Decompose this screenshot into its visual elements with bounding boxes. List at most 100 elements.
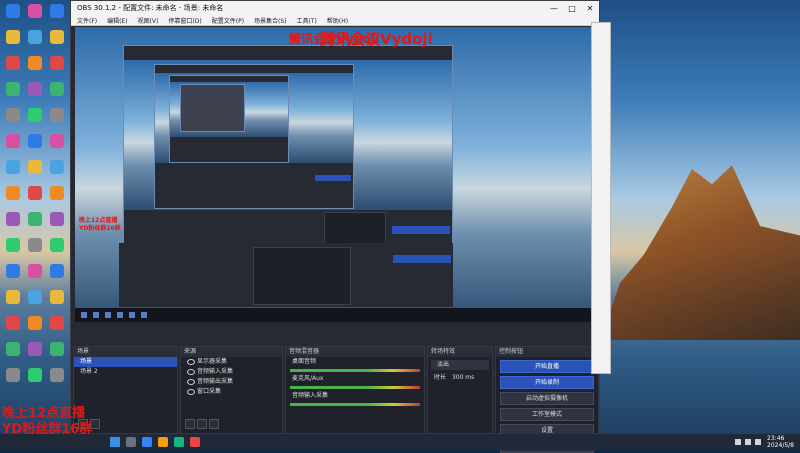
desktop-shortcut-icon[interactable]	[50, 316, 64, 330]
desktop-shortcut-icon[interactable]	[6, 342, 20, 356]
desktop-shortcut-icon[interactable]	[28, 186, 42, 200]
desktop-shortcut-icon[interactable]	[28, 264, 42, 278]
obs-taskbar-icon[interactable]	[190, 437, 200, 447]
desktop-shortcut-icon[interactable]	[6, 134, 20, 148]
volume-icon[interactable]	[745, 439, 752, 445]
desktop-shortcut-icon[interactable]	[28, 290, 42, 304]
close-button[interactable]: ✕	[581, 4, 599, 13]
desktop-shortcut-icon[interactable]	[28, 30, 42, 44]
desktop-shortcut-icon[interactable]	[6, 368, 20, 382]
virtual-camera-button[interactable]: 启动虚拟摄像机	[500, 392, 594, 405]
clock[interactable]: 23:46 2024/5/8	[767, 435, 794, 449]
source-item[interactable]: 音频输入采集	[181, 367, 282, 377]
volume-meter	[290, 386, 420, 389]
preview-canvas[interactable]: 腾讯会议Vydoji 晚上12点直播 YD粉丝群16群 2304595531	[75, 27, 595, 322]
add-source-icon[interactable]	[185, 419, 195, 429]
clock-date: 2024/5/8	[767, 442, 794, 449]
desktop-shortcut-icon[interactable]	[28, 4, 42, 18]
nested-start-button-1	[392, 226, 450, 234]
file-explorer-icon[interactable]	[158, 437, 168, 447]
desktop-shortcut-icon[interactable]	[50, 368, 64, 382]
source-label: 音频输入采集	[197, 368, 234, 375]
transitions-header: 转场特效	[428, 347, 492, 357]
menu-tools[interactable]: 工具(T)	[297, 16, 317, 25]
studio-mode-button[interactable]: 工作室模式	[500, 408, 594, 421]
transition-select[interactable]: 淡出	[431, 360, 489, 370]
menu-file[interactable]: 文件(F)	[77, 16, 97, 25]
desktop-shortcut-icon[interactable]	[50, 212, 64, 226]
scene-item[interactable]: 场景	[74, 357, 177, 367]
desktop-shortcut-icon[interactable]	[28, 82, 42, 96]
desktop-shortcut-icon[interactable]	[6, 108, 20, 122]
menu-scene-collection[interactable]: 场景集合(S)	[254, 16, 287, 25]
desktop-shortcut-icon[interactable]	[50, 30, 64, 44]
desktop-shortcut-icon[interactable]	[50, 342, 64, 356]
desktop-icon-grid	[0, 0, 72, 430]
remove-source-icon[interactable]	[197, 419, 207, 429]
desktop-shortcut-icon[interactable]	[50, 4, 64, 18]
desktop-shortcut-icon[interactable]	[50, 238, 64, 252]
source-item[interactable]: 窗口采集	[181, 387, 282, 397]
desktop-shortcut-icon[interactable]	[50, 108, 64, 122]
desktop-shortcut-icon[interactable]	[6, 290, 20, 304]
mixer-channel-label: 音频输入采集	[292, 392, 329, 399]
eye-icon[interactable]	[187, 358, 195, 365]
duration-input[interactable]: 300 ms	[452, 374, 474, 381]
eye-icon[interactable]	[187, 368, 195, 375]
desktop-shortcut-icon[interactable]	[28, 56, 42, 70]
mixer-header: 音频混音器	[286, 347, 424, 357]
eye-icon[interactable]	[187, 378, 195, 385]
desktop-shortcut-icon[interactable]	[6, 264, 20, 278]
maximize-button[interactable]: □	[563, 4, 581, 13]
source-item[interactable]: 音频输出采集	[181, 377, 282, 387]
app-icon[interactable]	[174, 437, 184, 447]
desktop-shortcut-icon[interactable]	[28, 160, 42, 174]
source-item[interactable]: 显示器采集	[181, 357, 282, 367]
source-settings-icon[interactable]	[209, 419, 219, 429]
desktop-shortcut-icon[interactable]	[6, 316, 20, 330]
transitions-dock: 转场特效 淡出 时长 300 ms	[427, 346, 493, 434]
desktop-shortcut-icon[interactable]	[6, 56, 20, 70]
minimize-button[interactable]: —	[545, 4, 563, 13]
desktop-shortcut-icon[interactable]	[6, 212, 20, 226]
desktop-shortcut-icon[interactable]	[6, 30, 20, 44]
network-icon[interactable]	[735, 439, 742, 445]
desktop-shortcut-icon[interactable]	[28, 134, 42, 148]
desktop-shortcut-icon[interactable]	[50, 186, 64, 200]
menu-bar: 文件(F) 编辑(E) 视图(V) 停靠窗口(D) 配置文件(P) 场景集合(S…	[71, 15, 599, 26]
desktop-shortcut-icon[interactable]	[28, 108, 42, 122]
input-method-icon[interactable]	[755, 439, 762, 445]
preview-mixer	[253, 247, 351, 305]
desktop-shortcut-icon[interactable]	[6, 238, 20, 252]
desktop-shortcut-icon[interactable]	[50, 290, 64, 304]
start-streaming-button[interactable]: 开始直播	[500, 360, 594, 373]
desktop-shortcut-icon[interactable]	[6, 160, 20, 174]
desktop-shortcut-icon[interactable]	[28, 316, 42, 330]
desktop-shortcut-icon[interactable]	[50, 56, 64, 70]
background-window[interactable]	[591, 22, 611, 374]
start-recording-button[interactable]: 开始录制	[500, 376, 594, 389]
menu-docks[interactable]: 停靠窗口(D)	[168, 16, 201, 25]
desktop-shortcut-icon[interactable]	[50, 160, 64, 174]
scene-item[interactable]: 场景 2	[74, 367, 177, 377]
desktop-shortcut-icon[interactable]	[50, 264, 64, 278]
menu-view[interactable]: 视图(V)	[138, 16, 159, 25]
eye-icon[interactable]	[187, 388, 195, 395]
start-icon[interactable]	[110, 437, 120, 447]
menu-profile[interactable]: 配置文件(P)	[212, 16, 244, 25]
browser-icon[interactable]	[142, 437, 152, 447]
desktop-shortcut-icon[interactable]	[50, 134, 64, 148]
desktop-shortcut-icon[interactable]	[6, 4, 20, 18]
search-icon[interactable]	[126, 437, 136, 447]
obs-window: OBS 30.1.2 - 配置文件: 未命名 - 场景: 未命名 — □ ✕ 文…	[70, 0, 600, 453]
desktop-shortcut-icon[interactable]	[28, 342, 42, 356]
desktop-shortcut-icon[interactable]	[50, 82, 64, 96]
desktop-shortcut-icon[interactable]	[28, 238, 42, 252]
desktop-shortcut-icon[interactable]	[6, 82, 20, 96]
desktop-shortcut-icon[interactable]	[6, 186, 20, 200]
desktop-shortcut-icon[interactable]	[28, 212, 42, 226]
menu-help[interactable]: 帮助(H)	[327, 16, 348, 25]
duration-row: 时长 300 ms	[428, 373, 492, 383]
menu-edit[interactable]: 编辑(E)	[107, 16, 127, 25]
desktop-shortcut-icon[interactable]	[28, 368, 42, 382]
